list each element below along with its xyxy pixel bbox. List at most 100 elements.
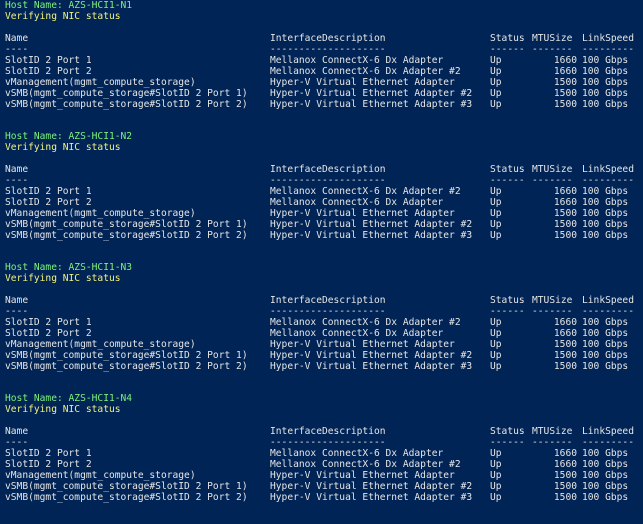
table-row: vManagement(mgmt_compute_storage) Hyper-V… [5,77,641,88]
cell-description: Hyper-V Virtual Ethernet Adapter [270,208,455,219]
cell-status: Up [490,55,502,66]
cell-linkspeed: 100 Gbps [582,66,629,77]
column-header-linkspeed: LinkSpeed [582,295,634,306]
cell-linkspeed: 100 Gbps [582,219,629,230]
cell-linkspeed: 100 Gbps [582,77,629,88]
cell-description: Hyper-V Virtual Ethernet Adapter #2 [270,350,473,361]
cell-mtusize: 1500 [553,208,577,219]
cell-status: Up [490,208,502,219]
column-header-linkspeed: LinkSpeed [582,426,634,437]
cell-name: SlotID 2 Port 1 [5,317,92,328]
cell-linkspeed: 100 Gbps [582,55,629,66]
table-divider: ---- -------------------- ------ ------- ---… [5,44,641,55]
divider-description: -------------------- [270,175,386,186]
cell-name: vSMB(mgmt_compute_storage#SlotID 2 Port … [5,230,248,241]
cell-name: vSMB(mgmt_compute_storage#SlotID 2 Port … [5,481,248,492]
divider-status: ------ [490,306,525,317]
cell-description: Hyper-V Virtual Ethernet Adapter [270,77,455,88]
cell-mtusize: 1500 [553,219,577,230]
cell-mtusize: 1660 [553,317,577,328]
cell-mtusize: 1660 [553,459,577,470]
table-row: vSMB(mgmt_compute_storage#SlotID 2 Port … [5,361,641,372]
cell-mtusize: 1500 [553,339,577,350]
table-divider: ---- -------------------- ------ ------- ---… [5,306,641,317]
table-row: SlotID 2 Port 2 Mellanox ConnectX-6 Dx Ad… [5,459,641,470]
table-header: Name InterfaceDescription Status MTUSize Lin… [5,426,641,437]
cell-mtusize: 1660 [553,186,577,197]
cell-status: Up [490,230,502,241]
verifying-status-line: Verifying NIC status [5,142,121,153]
divider-name: ---- [5,437,29,448]
cell-description: Hyper-V Virtual Ethernet Adapter #2 [270,88,473,99]
cell-description: Hyper-V Virtual Ethernet Adapter #2 [270,481,473,492]
table-row: SlotID 2 Port 1 Mellanox ConnectX-6 Dx Ad… [5,186,641,197]
column-header-status: Status [490,426,525,437]
cell-status: Up [490,339,502,350]
table-header: Name InterfaceDescription Status MTUSize Lin… [5,164,641,175]
cell-linkspeed: 100 Gbps [582,339,629,350]
cell-mtusize: 1500 [553,88,577,99]
column-header-mtusize: MTUSize [532,426,573,437]
cell-linkspeed: 100 Gbps [582,459,629,470]
table-row: SlotID 2 Port 1 Mellanox ConnectX-6 Dx Ad… [5,55,641,66]
cell-status: Up [490,219,502,230]
column-header-status: Status [490,295,525,306]
cell-description: Hyper-V Virtual Ethernet Adapter #3 [270,99,473,110]
cell-description: Hyper-V Virtual Ethernet Adapter #2 [270,219,473,230]
cell-mtusize: 1500 [553,470,577,481]
cell-name: vManagement(mgmt_compute_storage) [5,470,196,481]
column-header-description: InterfaceDescription [270,295,386,306]
cell-linkspeed: 100 Gbps [582,470,629,481]
cell-name: SlotID 2 Port 2 [5,328,92,339]
cell-mtusize: 1660 [553,55,577,66]
cell-name: SlotID 2 Port 1 [5,186,92,197]
cell-status: Up [490,350,502,361]
cell-linkspeed: 100 Gbps [582,99,629,110]
divider-linkspeed: --------- [582,44,634,55]
host-block: Host Name: AZS-HCI1-N3 Verifying NIC stat… [5,262,641,393]
cell-status: Up [490,328,502,339]
divider-status: ------ [490,175,525,186]
column-header-description: InterfaceDescription [270,33,386,44]
divider-status: ------ [490,437,525,448]
cell-mtusize: 1660 [553,66,577,77]
cell-description: Mellanox ConnectX-6 Dx Adapter #2 [270,186,461,197]
cell-description: Hyper-V Virtual Ethernet Adapter [270,470,455,481]
powershell-console[interactable]: Host Name: AZS-HCI1-N1 Verifying NIC stat… [5,0,641,514]
cell-linkspeed: 100 Gbps [582,208,629,219]
cell-description: Mellanox ConnectX-6 Dx Adapter #2 [270,66,461,77]
host-name-line: Host Name: AZS-HCI1-N1 [5,0,133,11]
table-row: SlotID 2 Port 2 Mellanox ConnectX-6 Dx Ad… [5,328,641,339]
divider-mtusize: ------- [532,306,573,317]
cell-name: vSMB(mgmt_compute_storage#SlotID 2 Port … [5,361,248,372]
divider-linkspeed: --------- [582,175,634,186]
divider-name: ---- [5,44,29,55]
verifying-status-line: Verifying NIC status [5,273,121,284]
cell-linkspeed: 100 Gbps [582,88,629,99]
cell-name: vManagement(mgmt_compute_storage) [5,77,196,88]
cell-status: Up [490,88,502,99]
host-name-line: Host Name: AZS-HCI1-N2 [5,131,133,142]
cell-name: SlotID 2 Port 2 [5,197,92,208]
cell-name: vSMB(mgmt_compute_storage#SlotID 2 Port … [5,492,248,503]
table-row: vSMB(mgmt_compute_storage#SlotID 2 Port … [5,481,641,492]
table-row: vSMB(mgmt_compute_storage#SlotID 2 Port … [5,492,641,503]
cell-status: Up [490,186,502,197]
column-header-status: Status [490,164,525,175]
cell-status: Up [490,448,502,459]
column-header-description: InterfaceDescription [270,426,386,437]
column-header-linkspeed: LinkSpeed [582,33,634,44]
divider-linkspeed: --------- [582,306,634,317]
divider-name: ---- [5,306,29,317]
divider-name: ---- [5,175,29,186]
cell-name: vManagement(mgmt_compute_storage) [5,339,196,350]
cell-name: vSMB(mgmt_compute_storage#SlotID 2 Port … [5,88,248,99]
cell-status: Up [490,481,502,492]
cell-linkspeed: 100 Gbps [582,448,629,459]
